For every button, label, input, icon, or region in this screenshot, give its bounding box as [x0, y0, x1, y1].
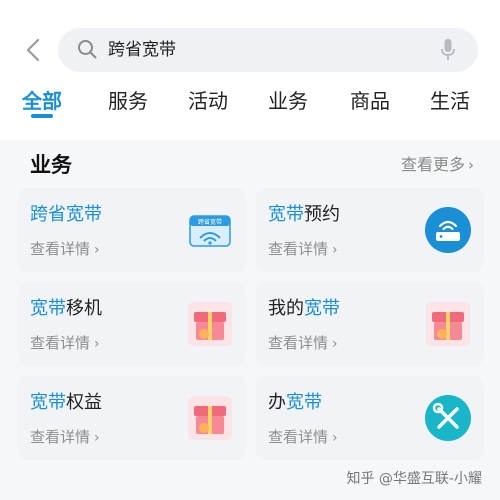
gift-box-icon — [426, 302, 470, 346]
tab-all[interactable]: 全部 — [22, 84, 62, 118]
card-apply-broadband[interactable]: 办宽带 查看详情 › — [256, 376, 484, 460]
card-title: 宽带移机 — [30, 298, 102, 319]
card-broadband-benefits[interactable]: 宽带权益 查看详情 › — [18, 376, 246, 460]
search-bar[interactable]: 跨省宽带 — [58, 28, 478, 72]
gift-box-icon — [188, 302, 232, 346]
card-cross-province-broadband[interactable]: 跨省宽带 查看详情 › 跨省宽带 — [18, 188, 246, 272]
tab-business[interactable]: 业务 — [268, 84, 308, 118]
tools-icon — [425, 395, 471, 441]
card-broadband-relocation[interactable]: 宽带移机 查看详情 › — [18, 282, 246, 366]
card-title: 宽带权益 — [30, 392, 102, 413]
section-title: 业务 — [30, 153, 72, 177]
router-icon — [425, 207, 471, 253]
tab-life[interactable]: 生活 — [430, 84, 470, 118]
card-detail-link[interactable]: 查看详情 › — [268, 332, 338, 355]
search-icon — [78, 40, 97, 59]
card-my-broadband[interactable]: 我的宽带 查看详情 › — [256, 282, 484, 366]
chevron-right-icon: › — [94, 430, 100, 446]
chevron-right-icon: › — [468, 156, 474, 174]
gift-box-icon — [188, 396, 232, 440]
chevron-right-icon: › — [332, 430, 338, 446]
search-input[interactable]: 跨省宽带 — [108, 38, 176, 62]
tab-activity[interactable]: 活动 — [188, 84, 228, 118]
card-broadband-appointment[interactable]: 宽带预约 查看详情 › — [256, 188, 484, 272]
chevron-right-icon: › — [94, 336, 100, 352]
back-button[interactable] — [20, 34, 48, 66]
card-detail-link[interactable]: 查看详情 › — [268, 426, 338, 449]
icon-badge-text: 跨省宽带 — [198, 218, 222, 226]
card-detail-link[interactable]: 查看详情 › — [30, 332, 100, 355]
card-title: 跨省宽带 — [30, 204, 102, 225]
watermark-text: 知乎 @华盛互联-小耀 — [346, 471, 482, 487]
category-tabs: 全部 服务 活动 业务 商品 生活 — [0, 84, 500, 124]
card-detail-link[interactable]: 查看详情 › — [30, 238, 100, 261]
cross-province-broadband-icon: 跨省宽带 — [189, 215, 231, 247]
card-title: 宽带预约 — [268, 204, 340, 225]
view-more-link[interactable]: 查看更多 › — [401, 153, 474, 177]
chevron-left-icon — [26, 38, 40, 62]
chevron-right-icon: › — [94, 242, 100, 258]
microphone-icon[interactable] — [440, 38, 456, 62]
chevron-right-icon: › — [332, 242, 338, 258]
view-more-label: 查看更多 — [400, 155, 465, 174]
chevron-right-icon: › — [332, 336, 338, 352]
tab-goods[interactable]: 商品 — [350, 84, 390, 118]
card-title: 我的宽带 — [268, 298, 340, 319]
tab-indicator — [31, 114, 53, 118]
card-title: 办宽带 — [268, 392, 322, 413]
card-detail-link[interactable]: 查看详情 › — [268, 238, 338, 261]
card-detail-link[interactable]: 查看详情 › — [30, 426, 100, 449]
tab-service[interactable]: 服务 — [108, 84, 148, 118]
